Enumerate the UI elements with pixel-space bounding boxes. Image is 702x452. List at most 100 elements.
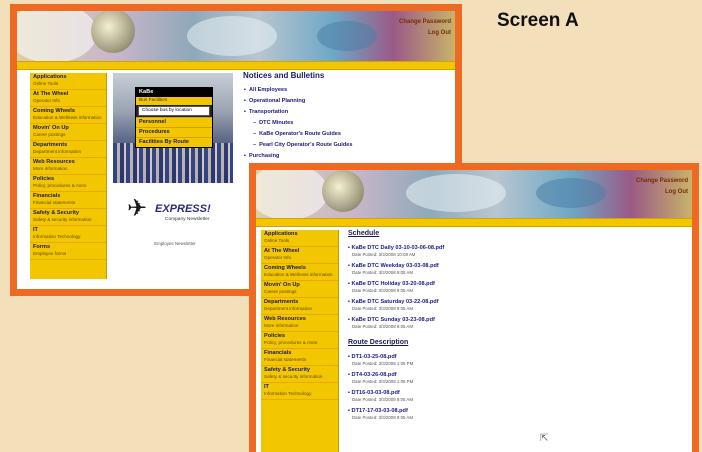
sidebar-item-title[interactable]: Coming Wheels bbox=[33, 108, 104, 115]
sidebar-item-subtitle[interactable]: Employee forms bbox=[33, 251, 104, 257]
sidebar-item[interactable]: Departments Department information bbox=[261, 298, 338, 315]
sidebar-item-subtitle[interactable]: Policy, procedures & more bbox=[264, 340, 336, 346]
sidebar-item-subtitle[interactable]: More information bbox=[264, 323, 336, 329]
sidebar-item-subtitle[interactable]: Operator Info bbox=[33, 98, 104, 104]
sidebar-item[interactable]: Coming Wheels Education & Wellness inform… bbox=[30, 107, 106, 124]
pdf-link[interactable]: ▪ DT16-03-03-08.pdf bbox=[348, 390, 692, 397]
pdf-link-label[interactable]: DT1-03-25-08.pdf bbox=[352, 354, 397, 360]
sidebar-item-subtitle[interactable]: Information Technology bbox=[33, 234, 104, 240]
sidebar-item[interactable]: At The Wheel Operator Info bbox=[30, 90, 106, 107]
log-out-link[interactable]: Log Out bbox=[636, 187, 688, 198]
sidebar-item[interactable]: Movin' On Up Career postings bbox=[30, 124, 106, 141]
change-password-link[interactable]: Change Password bbox=[399, 17, 451, 28]
sidebar-item-subtitle[interactable]: Department information bbox=[264, 306, 336, 312]
sidebar-item-title[interactable]: Forms bbox=[33, 244, 104, 251]
sidebar-item[interactable]: Forms Employee forms bbox=[30, 243, 106, 260]
pdf-link-label[interactable]: DT16-03-03-08.pdf bbox=[352, 390, 400, 396]
notice-link-label[interactable]: DTC Minutes bbox=[259, 120, 293, 126]
sidebar-item-title[interactable]: Web Resources bbox=[33, 159, 104, 166]
pdf-link-label[interactable]: KaBe DTC Sunday 03-23-08.pdf bbox=[352, 317, 435, 323]
sidebar-item[interactable]: Applications Online Tools bbox=[261, 230, 338, 247]
sidebar-item[interactable]: Applications Online Tools bbox=[30, 73, 106, 90]
menu-subheader[interactable]: Bus Facilities bbox=[136, 97, 212, 105]
pdf-link[interactable]: ▪ KaBe DTC Weekday 03-03-08.pdf bbox=[348, 263, 692, 270]
sidebar-item-title[interactable]: Web Resources bbox=[264, 316, 336, 323]
pdf-link[interactable]: ▪ KaBe DTC Saturday 03-22-08.pdf bbox=[348, 299, 692, 306]
notice-link[interactable]: ▪ All Employees bbox=[243, 85, 453, 96]
notice-link-label[interactable]: Transportation bbox=[249, 109, 288, 115]
sidebar-item-subtitle[interactable]: Education & Wellness information bbox=[33, 115, 104, 121]
sidebar-item-title[interactable]: Departments bbox=[33, 142, 104, 149]
pdf-link-label[interactable]: DT17-17-03-03-08.pdf bbox=[352, 408, 408, 414]
sidebar-item[interactable]: Web Resources More information bbox=[261, 315, 338, 332]
sidebar-item-title[interactable]: IT bbox=[33, 227, 104, 234]
sidebar-item-title[interactable]: Safety & Security bbox=[33, 210, 104, 217]
notice-link-label[interactable]: KaBe Operator's Route Guides bbox=[259, 131, 341, 137]
menu-header[interactable]: KaBe bbox=[136, 88, 212, 97]
sidebar-item[interactable]: At The Wheel Operator Info bbox=[261, 247, 338, 264]
sidebar-item-subtitle[interactable]: Career postings bbox=[33, 132, 104, 138]
sidebar-item[interactable]: Movin' On Up Career postings bbox=[261, 281, 338, 298]
sidebar-item-title[interactable]: Movin' On Up bbox=[33, 125, 104, 132]
sidebar-item-subtitle[interactable]: Policy, procedures & more bbox=[33, 183, 104, 189]
sidebar-item[interactable]: IT Information Technology bbox=[261, 383, 338, 400]
menu-item-procedures[interactable]: Procedures bbox=[136, 127, 212, 137]
log-out-link[interactable]: Log Out bbox=[399, 28, 451, 39]
sidebar-item-subtitle[interactable]: More information bbox=[33, 166, 104, 172]
pdf-link-label[interactable]: DT4-03-26-08.pdf bbox=[352, 372, 397, 378]
sidebar-item[interactable]: IT Information Technology bbox=[30, 226, 106, 243]
pdf-link[interactable]: ▪ KaBe DTC Sunday 03-23-08.pdf bbox=[348, 317, 692, 324]
notice-link[interactable]: ▪ Operational Planning bbox=[243, 96, 453, 107]
pdf-link[interactable]: ▪ DT1-03-25-08.pdf bbox=[348, 354, 692, 361]
sidebar-item-subtitle[interactable]: Safety & security information bbox=[33, 217, 104, 223]
change-password-link[interactable]: Change Password bbox=[636, 176, 688, 187]
sidebar-item[interactable]: Safety & Security Safety & security infor… bbox=[30, 209, 106, 226]
sidebar-item-subtitle[interactable]: Online Tools bbox=[33, 81, 104, 87]
sidebar-item[interactable]: Financials Financial statements bbox=[261, 349, 338, 366]
sidebar-item-subtitle[interactable]: Online Tools bbox=[264, 238, 336, 244]
sidebar-item-title[interactable]: Departments bbox=[264, 299, 336, 306]
pdf-link[interactable]: ▪ KaBe DTC Daily 03-10-03-06-08.pdf bbox=[348, 245, 692, 252]
sidebar-item-title[interactable]: Movin' On Up bbox=[264, 282, 336, 289]
sidebar-item-title[interactable]: Policies bbox=[264, 333, 336, 340]
express-newsletter[interactable]: ✈ EXPRESS! Company Newsletter Employee N… bbox=[113, 197, 237, 287]
sidebar-item[interactable]: Financials Financial statements bbox=[30, 192, 106, 209]
sidebar-item-subtitle[interactable]: Department information bbox=[33, 149, 104, 155]
pdf-link-label[interactable]: KaBe DTC Weekday 03-03-08.pdf bbox=[352, 263, 439, 269]
pdf-link[interactable]: ▪ KaBe DTC Holiday 03-20-08.pdf bbox=[348, 281, 692, 288]
pdf-link[interactable]: ▪ DT17-17-03-03-08.pdf bbox=[348, 408, 692, 415]
sidebar-item-subtitle[interactable]: Financial statements bbox=[33, 200, 104, 206]
notice-link[interactable]: ▪ Transportation bbox=[243, 107, 453, 118]
sidebar-item[interactable]: Policies Policy, procedures & more bbox=[30, 175, 106, 192]
sidebar-item-subtitle[interactable]: Safety & security information bbox=[264, 374, 336, 380]
sidebar-item-subtitle[interactable]: Information Technology bbox=[264, 391, 336, 397]
notice-link-label[interactable]: Purchasing bbox=[249, 153, 279, 159]
notice-link[interactable]: ▪ Purchasing bbox=[243, 151, 453, 162]
menu-item-personnel[interactable]: Personnel bbox=[136, 117, 212, 127]
notice-link[interactable]: – DTC Minutes bbox=[243, 118, 453, 129]
sidebar-item[interactable]: Policies Policy, procedures & more bbox=[261, 332, 338, 349]
sidebar-item-title[interactable]: Coming Wheels bbox=[264, 265, 336, 272]
sidebar-item-title[interactable]: IT bbox=[264, 384, 336, 391]
notice-link-label[interactable]: Pearl City Operator's Route Guides bbox=[259, 142, 352, 148]
sidebar-item-title[interactable]: Financials bbox=[264, 350, 336, 357]
notice-link-label[interactable]: All Employees bbox=[249, 87, 287, 93]
sidebar-item[interactable]: Coming Wheels Education & Wellness inform… bbox=[261, 264, 338, 281]
notice-link-label[interactable]: Operational Planning bbox=[249, 98, 305, 104]
sidebar-item-title[interactable]: Safety & Security bbox=[264, 367, 336, 374]
sidebar-item-title[interactable]: Applications bbox=[264, 231, 336, 238]
sidebar-item-subtitle[interactable]: Operator Info bbox=[264, 255, 336, 261]
sidebar-item-title[interactable]: Financials bbox=[33, 193, 104, 200]
location-select[interactable]: Choose bus by location bbox=[138, 106, 210, 116]
sidebar-item-title[interactable]: At The Wheel bbox=[33, 91, 104, 98]
sidebar-item[interactable]: Departments Department information bbox=[30, 141, 106, 158]
sidebar-item[interactable]: Web Resources More information bbox=[30, 158, 106, 175]
pdf-link-label[interactable]: KaBe DTC Daily 03-10-03-06-08.pdf bbox=[352, 245, 445, 251]
menu-item-facilities[interactable]: Facilities By Route bbox=[136, 137, 212, 147]
pdf-link[interactable]: ▪ DT4-03-26-08.pdf bbox=[348, 372, 692, 379]
sidebar-item-subtitle[interactable]: Career postings bbox=[264, 289, 336, 295]
sidebar-item-title[interactable]: Policies bbox=[33, 176, 104, 183]
sidebar-item-subtitle[interactable]: Education & Wellness information bbox=[264, 272, 336, 278]
sidebar-item-title[interactable]: At The Wheel bbox=[264, 248, 336, 255]
sidebar-item[interactable]: Safety & Security Safety & security infor… bbox=[261, 366, 338, 383]
